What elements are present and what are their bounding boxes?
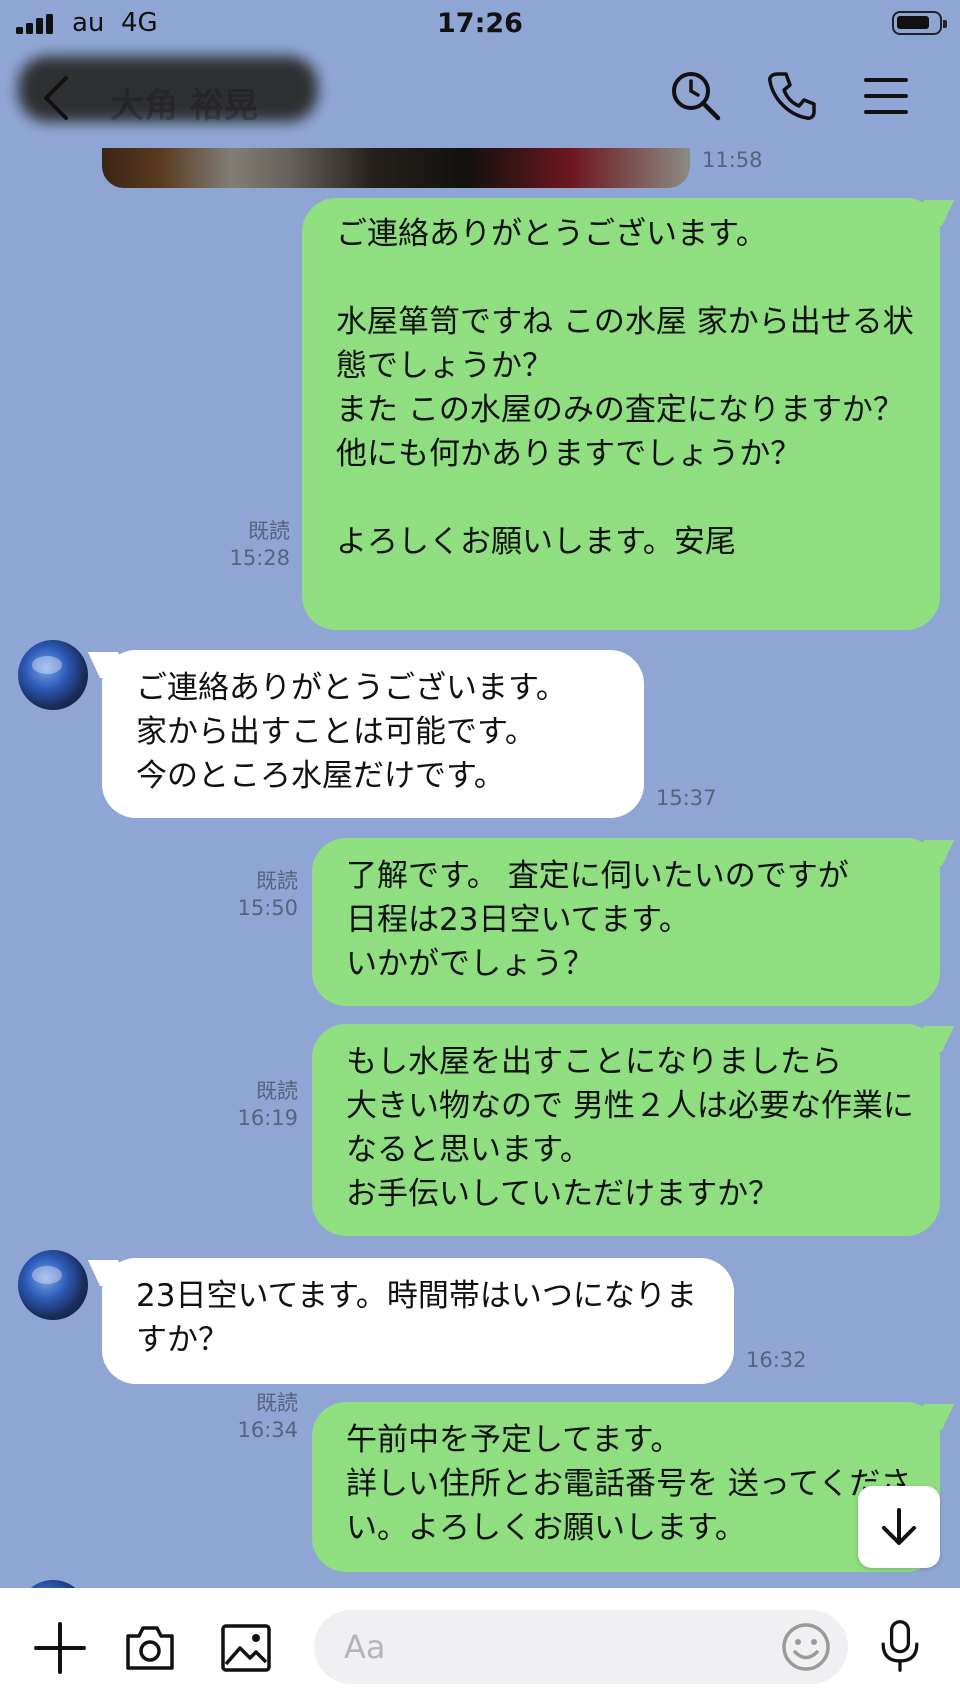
message-time: 16:32: [746, 1348, 807, 1372]
outgoing-message[interactable]: 午前中を予定してます。 詳しい住所とお電話番号を 送ってください。よろしくお願い…: [312, 1402, 940, 1572]
input-bar: [0, 1588, 960, 1707]
message-time: 16:19: [237, 1106, 298, 1130]
read-receipt: 既読: [256, 1391, 298, 1415]
image-icon[interactable]: [218, 1620, 274, 1676]
message-time: 15:28: [229, 546, 290, 570]
message-input[interactable]: [314, 1610, 848, 1684]
read-receipt: 既読: [256, 869, 298, 893]
status-time: 17:26: [437, 8, 523, 39]
outgoing-message[interactable]: 了解です。 査定に伺いたいのですが 日程は23日空いてます。 いかがでしょう？: [312, 838, 940, 1006]
scroll-to-bottom-button[interactable]: [858, 1486, 940, 1568]
phone-icon[interactable]: [764, 68, 820, 124]
search-icon[interactable]: [668, 68, 724, 124]
avatar[interactable]: [18, 1580, 88, 1588]
chat-title: 大角 裕晃: [110, 86, 258, 126]
status-bar: au 4G 17:26: [0, 0, 960, 48]
avatar[interactable]: [18, 640, 88, 710]
message-time: 11:58: [702, 148, 763, 172]
microphone-icon[interactable]: [872, 1618, 928, 1674]
battery-icon: [892, 11, 947, 35]
arrow-down-icon: [882, 1508, 916, 1545]
incoming-message[interactable]: ご連絡ありがとうございます。 家から出すことは可能です。 今のところ水屋だけです…: [102, 650, 644, 818]
message-time: 15:37: [656, 786, 717, 810]
incoming-message[interactable]: 23日空いてます。時間帯はいつになりますか？: [102, 1258, 734, 1384]
message-time: 15:50: [237, 896, 298, 920]
message-list[interactable]: 11:58 既読 15:28 ご連絡ありがとうございます。 水屋箪笥ですね この…: [0, 148, 960, 1588]
message-time: 16:34: [237, 1418, 298, 1442]
chat-header: 大角 裕晃: [0, 48, 960, 148]
read-receipt: 既読: [248, 519, 290, 543]
chevron-left-icon[interactable]: [36, 70, 80, 126]
plus-icon[interactable]: [32, 1620, 88, 1676]
outgoing-message[interactable]: もし水屋を出すことになりましたら 大きい物なので 男性２人は必要な作業になると思…: [312, 1024, 940, 1236]
read-receipt: 既読: [256, 1079, 298, 1103]
menu-icon[interactable]: [858, 68, 914, 124]
avatar[interactable]: [18, 1250, 88, 1320]
camera-icon[interactable]: [122, 1620, 178, 1676]
emoji-icon[interactable]: [778, 1619, 834, 1675]
image-message[interactable]: [102, 148, 690, 188]
outgoing-message[interactable]: ご連絡ありがとうございます。 水屋箪笥ですね この水屋 家から出せる状態でしょう…: [302, 198, 940, 630]
